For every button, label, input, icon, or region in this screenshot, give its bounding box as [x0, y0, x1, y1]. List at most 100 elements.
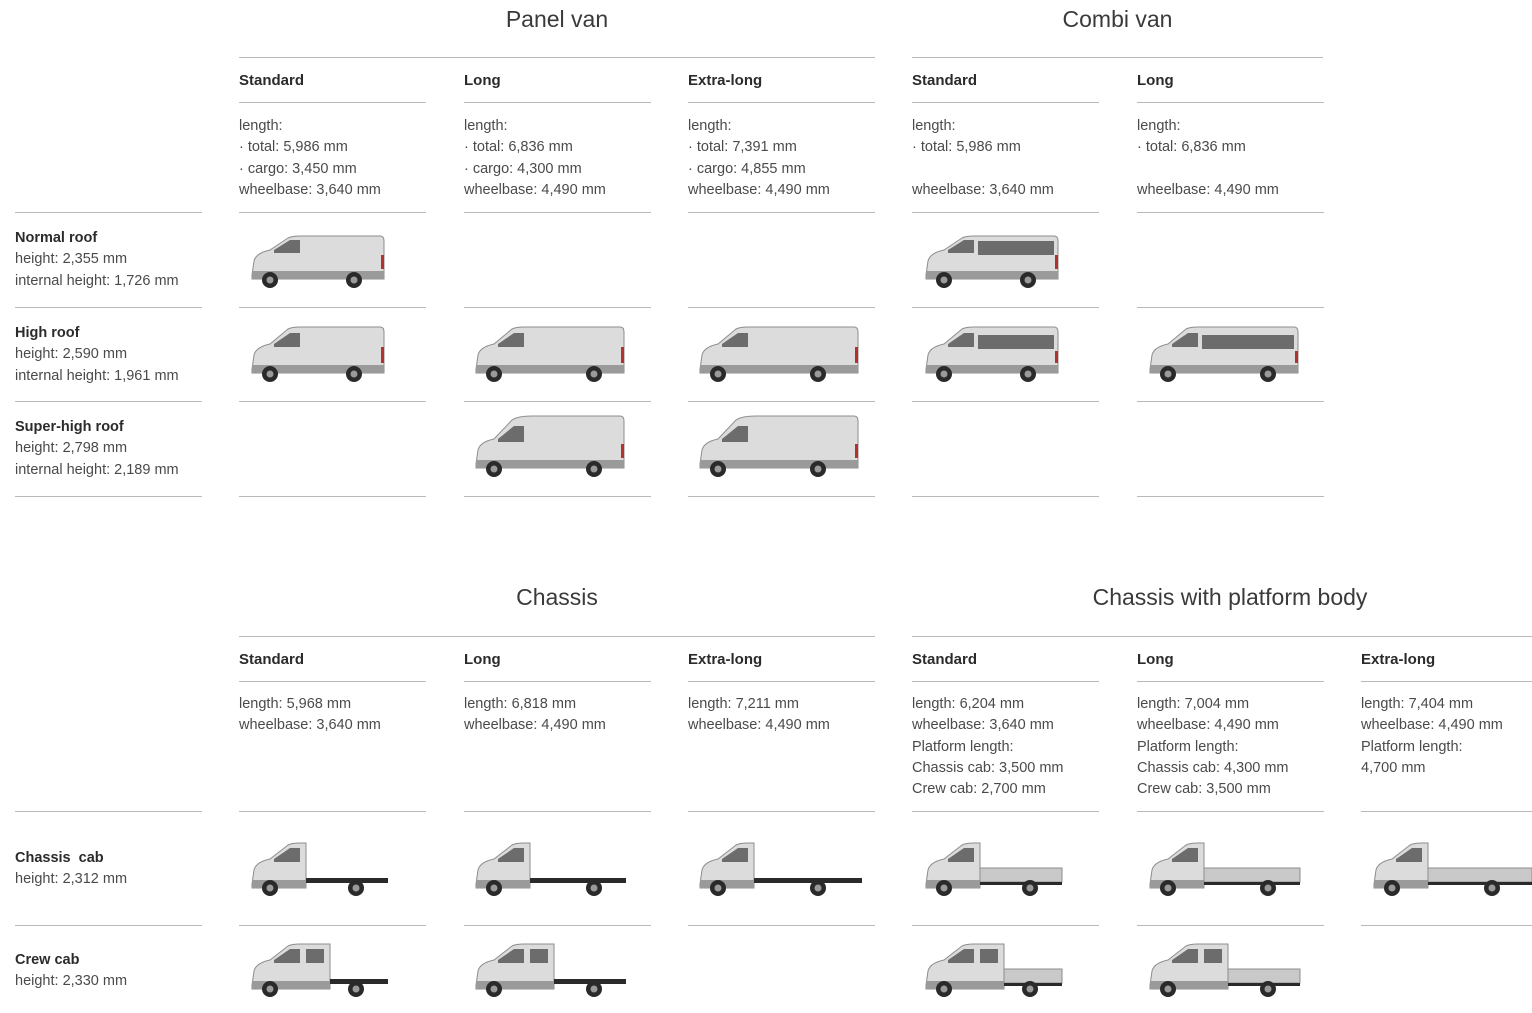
- row-line: internal height: 1,961 mm: [15, 367, 179, 384]
- divider: [1137, 212, 1324, 213]
- panel-van-icon: [475, 326, 625, 382]
- row-line: height: 2,798 mm: [15, 440, 128, 457]
- divider: [912, 636, 1532, 637]
- spec-block: length: 7,211 mm wheelbase: 4,490 mm: [688, 694, 830, 737]
- spec-line: · total: 7,391 mm: [688, 139, 797, 156]
- divider: [688, 212, 875, 213]
- divider: [239, 401, 426, 402]
- column-header-long: Long: [1137, 72, 1174, 89]
- chassis-cab-icon: [699, 842, 862, 896]
- spec-line: wheelbase: 4,490 mm: [1361, 717, 1503, 734]
- spec-block: length: 5,968 mm wheelbase: 3,640 mm: [239, 694, 381, 737]
- divider: [239, 212, 426, 213]
- spec-line: · cargo: 3,450 mm: [239, 160, 357, 177]
- divider: [464, 681, 651, 682]
- spec-block: length: 7,004 mm wheelbase: 4,490 mm Pla…: [1137, 694, 1289, 800]
- column-header-long: Long: [464, 72, 501, 89]
- divider: [1361, 681, 1532, 682]
- divider: [15, 401, 202, 402]
- spec-line: length: 6,204 mm: [912, 696, 1025, 712]
- divider: [15, 811, 202, 812]
- spec-line: Chassis cab: 4,300 mm: [1137, 759, 1289, 776]
- row-label-chassis-cab: Chassis cab height: 2,312 mm: [15, 848, 127, 891]
- divider: [688, 401, 875, 402]
- divider: [15, 307, 202, 308]
- group-title-combi-van: Combi van: [1062, 6, 1173, 32]
- spec-line: 4,700 mm: [1361, 759, 1426, 776]
- divider: [688, 102, 875, 103]
- column-header-long: Long: [1137, 651, 1174, 668]
- divider: [1361, 811, 1532, 812]
- spec-line: · cargo: 4,855 mm: [688, 160, 806, 177]
- row-label-high-roof: High roof height: 2,590 mm internal heig…: [15, 323, 179, 387]
- spec-block: length: · total: 6,836 mm · cargo: 4,300…: [464, 116, 606, 201]
- spec-block: length: · total: 7,391 mm · cargo: 4,855…: [688, 116, 830, 201]
- divider: [912, 496, 1099, 497]
- divider: [912, 212, 1099, 213]
- divider: [15, 212, 202, 213]
- spec-line: wheelbase: 3,640 mm: [912, 181, 1054, 198]
- divider: [239, 307, 426, 308]
- divider: [912, 811, 1099, 812]
- platform-body-icon: [1373, 842, 1532, 896]
- row-line: height: 2,330 mm: [15, 973, 128, 990]
- spec-block: length: · total: 5,986 mm wheelbase: 3,6…: [912, 116, 1054, 201]
- divider: [239, 636, 875, 637]
- divider: [1137, 102, 1324, 103]
- spec-line: · cargo: 4,300 mm: [464, 160, 582, 177]
- spec-line: wheelbase: 4,490 mm: [688, 181, 830, 198]
- divider: [1137, 496, 1324, 497]
- spec-line: Chassis cab: 3,500 mm: [912, 759, 1064, 776]
- row-title: Chassis cab: [15, 850, 104, 866]
- divider: [464, 307, 651, 308]
- divider: [1137, 681, 1324, 682]
- divider: [239, 496, 426, 497]
- row-line: height: 2,590 mm: [15, 346, 128, 363]
- group-title-chassis: Chassis: [516, 584, 598, 610]
- spec-line: length:: [912, 118, 956, 134]
- spec-line: · total: 5,986 mm: [912, 139, 1021, 156]
- divider: [239, 102, 426, 103]
- panel-van-icon: [699, 326, 859, 382]
- spec-line: [912, 159, 1054, 180]
- panel-van-icon: [251, 235, 385, 288]
- column-header-long: Long: [464, 651, 501, 668]
- spec-line: length:: [688, 118, 732, 134]
- spec-line: wheelbase: 4,490 mm: [464, 181, 606, 198]
- divider: [239, 811, 426, 812]
- row-line: internal height: 2,189 mm: [15, 461, 179, 478]
- group-title-panel-van: Panel van: [505, 6, 609, 32]
- divider: [1137, 925, 1324, 926]
- divider: [1137, 811, 1324, 812]
- divider: [688, 496, 875, 497]
- column-header-standard: Standard: [239, 651, 305, 668]
- spec-line: · total: 6,836 mm: [464, 139, 573, 156]
- row-title: High roof: [15, 325, 80, 341]
- chassis-cab-icon: [251, 842, 388, 896]
- divider: [239, 681, 426, 682]
- panel-van-icon: [699, 415, 859, 477]
- divider: [688, 811, 875, 812]
- crew-cab-chassis-icon: [475, 943, 626, 997]
- spec-line: wheelbase: 4,490 mm: [688, 717, 830, 734]
- row-line: height: 2,312 mm: [15, 871, 128, 888]
- spec-line: length: 6,818 mm: [464, 696, 577, 712]
- row-line: internal height: 1,726 mm: [15, 272, 179, 289]
- divider: [688, 925, 875, 926]
- spec-line: Platform length:: [1361, 738, 1463, 755]
- spec-line: length: 7,404 mm: [1361, 696, 1474, 712]
- divider: [1137, 307, 1324, 308]
- platform-body-icon: [1149, 943, 1301, 997]
- spec-block: length: · total: 5,986 mm · cargo: 3,450…: [239, 116, 381, 201]
- column-header-standard: Standard: [912, 651, 978, 668]
- chassis-cab-icon: [475, 842, 626, 896]
- spec-line: length: 7,211 mm: [688, 696, 799, 712]
- row-label-super-high-roof: Super-high roof height: 2,798 mm interna…: [15, 417, 179, 481]
- divider: [464, 496, 651, 497]
- divider: [15, 925, 202, 926]
- divider: [1137, 401, 1324, 402]
- platform-body-icon: [925, 842, 1063, 896]
- divider: [688, 307, 875, 308]
- divider: [464, 102, 651, 103]
- divider: [912, 925, 1099, 926]
